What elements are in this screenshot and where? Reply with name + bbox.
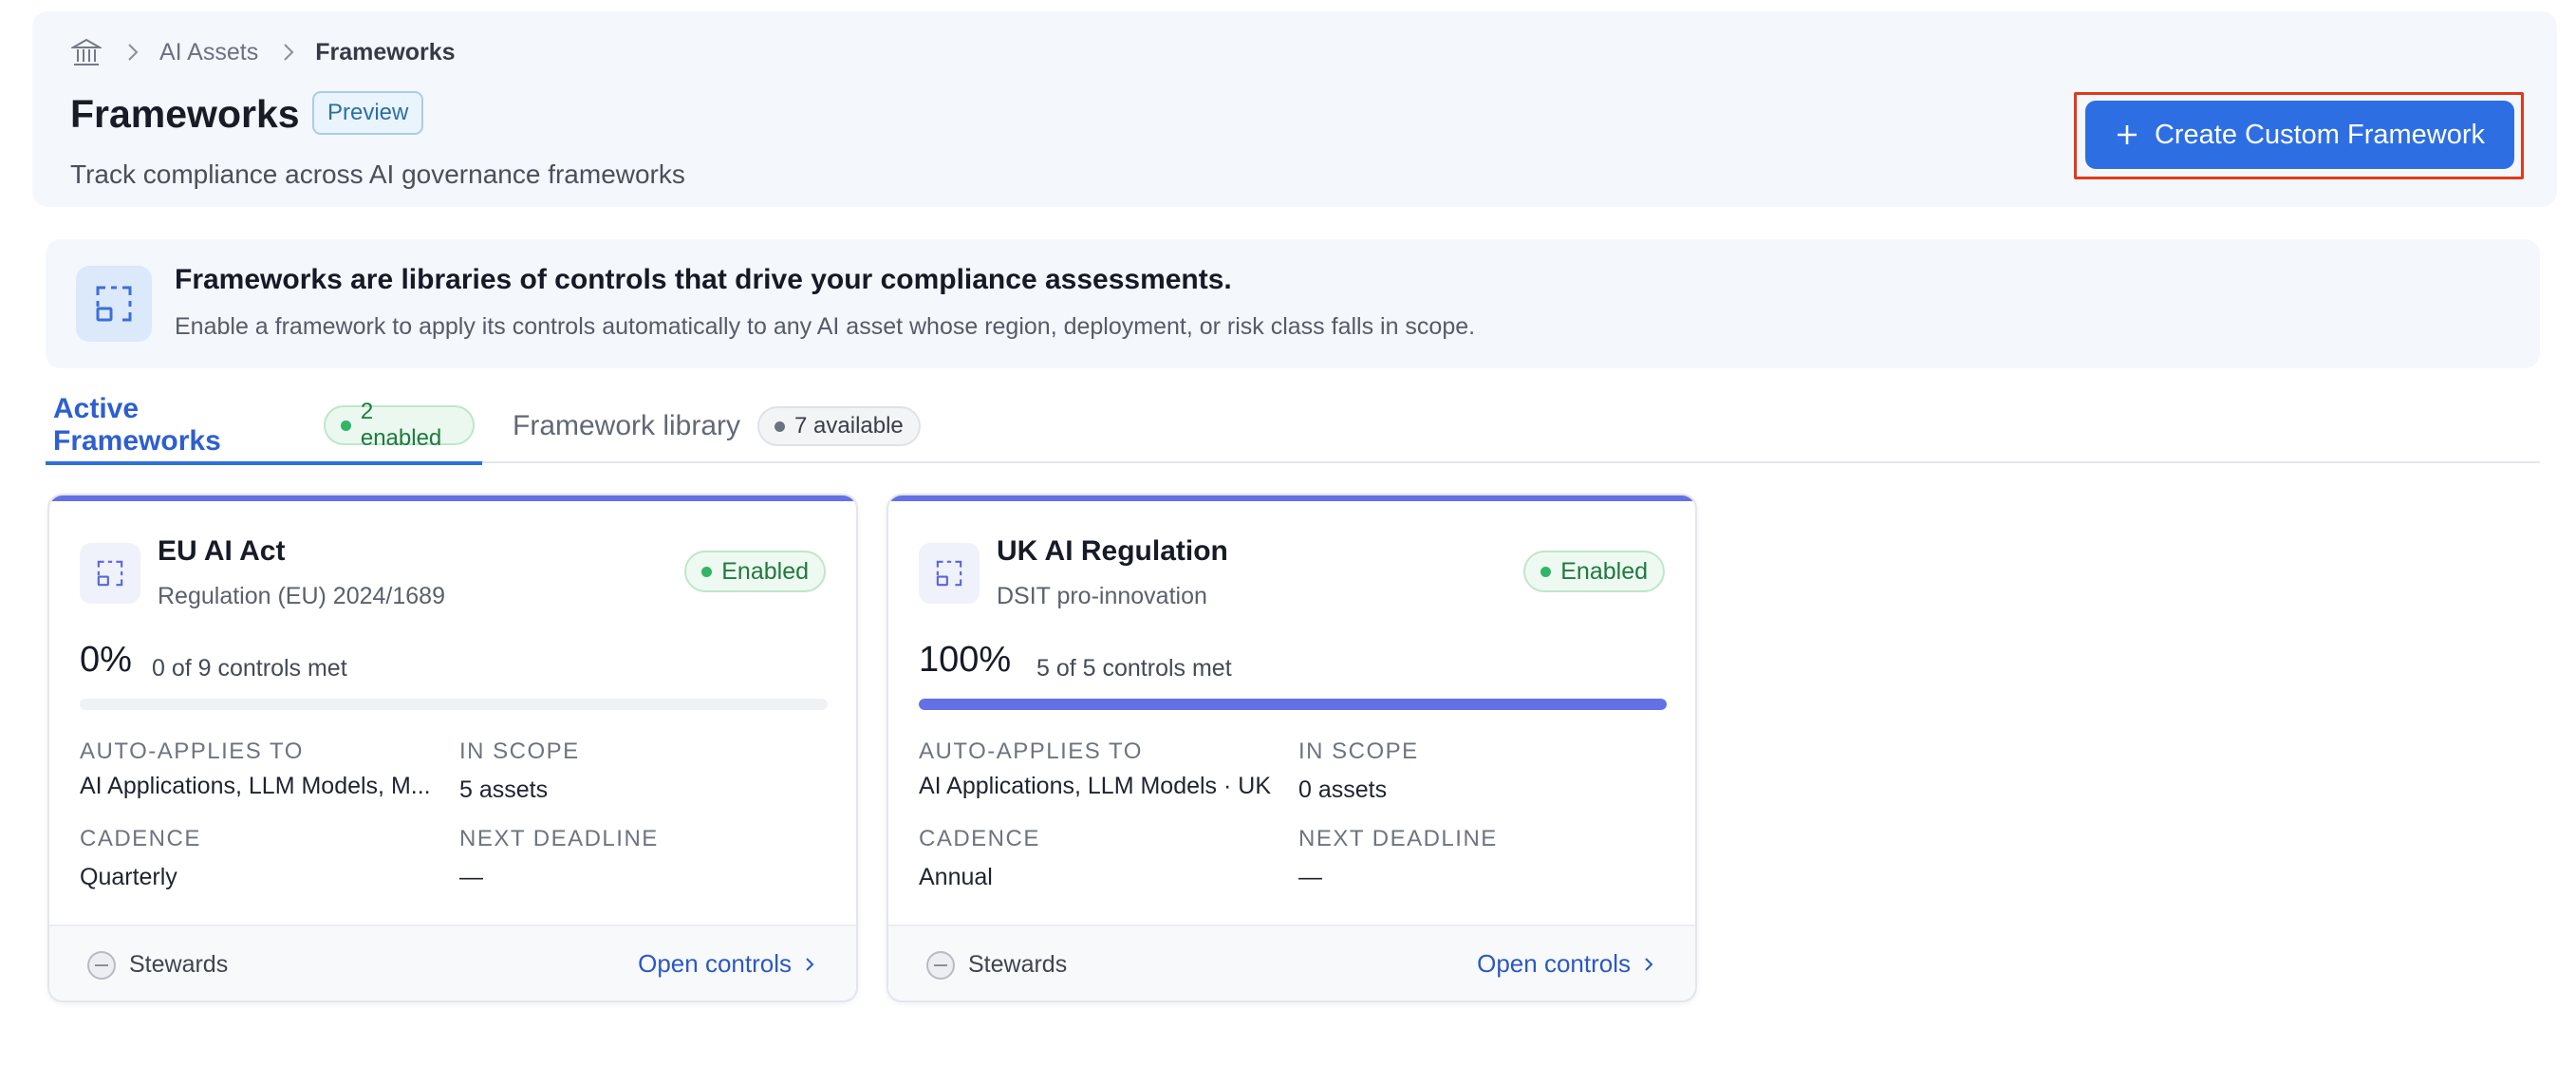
tab-label: Framework library [513, 410, 741, 441]
open-controls-label: Open controls [1477, 949, 1631, 978]
framework-card-uk-ai-regulation[interactable]: UK AI Regulation DSIT pro-innovation Ena… [887, 494, 1697, 1002]
open-controls-link[interactable]: Open controls [638, 949, 814, 979]
page-title: Frameworks [70, 92, 300, 136]
auto-applies-value: AI Applications, LLM Models, M... [80, 773, 431, 799]
breadcrumb-ai-assets[interactable]: AI Assets [159, 39, 258, 66]
next-deadline-label: NEXT DEADLINE [1298, 826, 1498, 851]
compliance-percent: 0% [80, 640, 132, 680]
enabled-count-badge: 2 enabled [324, 399, 475, 451]
status-badge: Enabled [1523, 551, 1665, 592]
home-icon[interactable] [70, 36, 103, 68]
cadence-value: Annual [919, 864, 993, 890]
breadcrumb: AI Assets Frameworks [70, 36, 456, 68]
status-dot [341, 420, 351, 431]
chevron-right-icon [806, 957, 814, 971]
status-badge: Enabled [684, 551, 826, 592]
card-accent-bar [49, 495, 856, 501]
status-dot [775, 421, 786, 432]
compliance-percent: 100% [919, 640, 1012, 680]
in-scope-label: IN SCOPE [459, 738, 580, 764]
auto-applies-label: AUTO-APPLIES TO [80, 738, 304, 764]
card-footer: Stewards Open controls [49, 925, 856, 1000]
status-dot [701, 566, 713, 577]
auto-applies-value: AI Applications, LLM Models · UK [919, 773, 1271, 799]
cadence-label: CADENCE [80, 826, 201, 851]
progress-fill [919, 699, 1667, 710]
status-text: Enabled [721, 557, 809, 585]
preview-badge: Preview [312, 91, 424, 135]
badge-text: 7 available [794, 413, 904, 439]
breadcrumb-frameworks: Frameworks [315, 38, 456, 65]
create-custom-framework-button[interactable]: Create Custom Framework [2085, 101, 2514, 169]
tab-label: Active Frameworks [53, 393, 221, 457]
stewards-icon [87, 951, 116, 980]
stewards-icon [926, 951, 955, 980]
in-scope-value: 0 assets [1298, 776, 1388, 803]
page-subtitle: Track compliance across AI governance fr… [70, 159, 685, 189]
chevron-right-icon [279, 43, 298, 62]
info-banner: Frameworks are libraries of controls tha… [46, 239, 2540, 368]
cadence-value: Quarterly [80, 864, 177, 890]
in-scope-label: IN SCOPE [1298, 738, 1419, 764]
open-controls-link[interactable]: Open controls [1477, 949, 1653, 979]
framework-icon [919, 543, 980, 604]
cadence-label: CADENCE [919, 826, 1040, 851]
controls-met: 5 of 5 controls met [1036, 655, 1232, 682]
badge-text: 2 enabled [360, 399, 442, 451]
status-dot [1540, 566, 1552, 577]
card-title: EU AI Act [158, 535, 286, 567]
progress-bar [80, 699, 828, 710]
chevron-right-icon [1645, 957, 1653, 971]
tab-bar: Active Frameworks 2 enabled Framework li… [46, 389, 2540, 465]
card-title: UK AI Regulation [997, 535, 1228, 567]
create-button-label: Create Custom Framework [2154, 119, 2486, 150]
card-accent-bar [888, 495, 1695, 501]
card-subtitle: Regulation (EU) 2024/1689 [158, 583, 445, 609]
framework-icon [80, 543, 140, 604]
chevron-right-icon [123, 43, 142, 62]
framework-card-eu-ai-act[interactable]: EU AI Act Regulation (EU) 2024/1689 Enab… [47, 494, 858, 1002]
progress-bar [919, 699, 1667, 710]
next-deadline-value: — [1298, 864, 1322, 890]
framework-icon [76, 266, 152, 342]
card-subtitle: DSIT pro-innovation [997, 583, 1207, 609]
auto-applies-label: AUTO-APPLIES TO [919, 738, 1143, 764]
next-deadline-value: — [459, 864, 483, 890]
stewards-label: Stewards [968, 951, 1068, 978]
controls-met: 0 of 9 controls met [152, 655, 347, 682]
banner-title: Frameworks are libraries of controls tha… [175, 264, 1232, 295]
stewards-label: Stewards [129, 951, 229, 978]
in-scope-value: 5 assets [459, 776, 549, 803]
status-text: Enabled [1560, 557, 1648, 585]
next-deadline-label: NEXT DEADLINE [459, 826, 659, 851]
open-controls-label: Open controls [638, 949, 792, 978]
tab-framework-library[interactable]: Framework library 7 available [513, 389, 921, 463]
plus-icon [2115, 122, 2139, 147]
banner-text: Enable a framework to apply its controls… [175, 313, 1476, 340]
tab-active-frameworks[interactable]: Active Frameworks 2 enabled [46, 389, 482, 465]
available-count-badge: 7 available [757, 406, 921, 446]
card-footer: Stewards Open controls [888, 925, 1695, 1000]
